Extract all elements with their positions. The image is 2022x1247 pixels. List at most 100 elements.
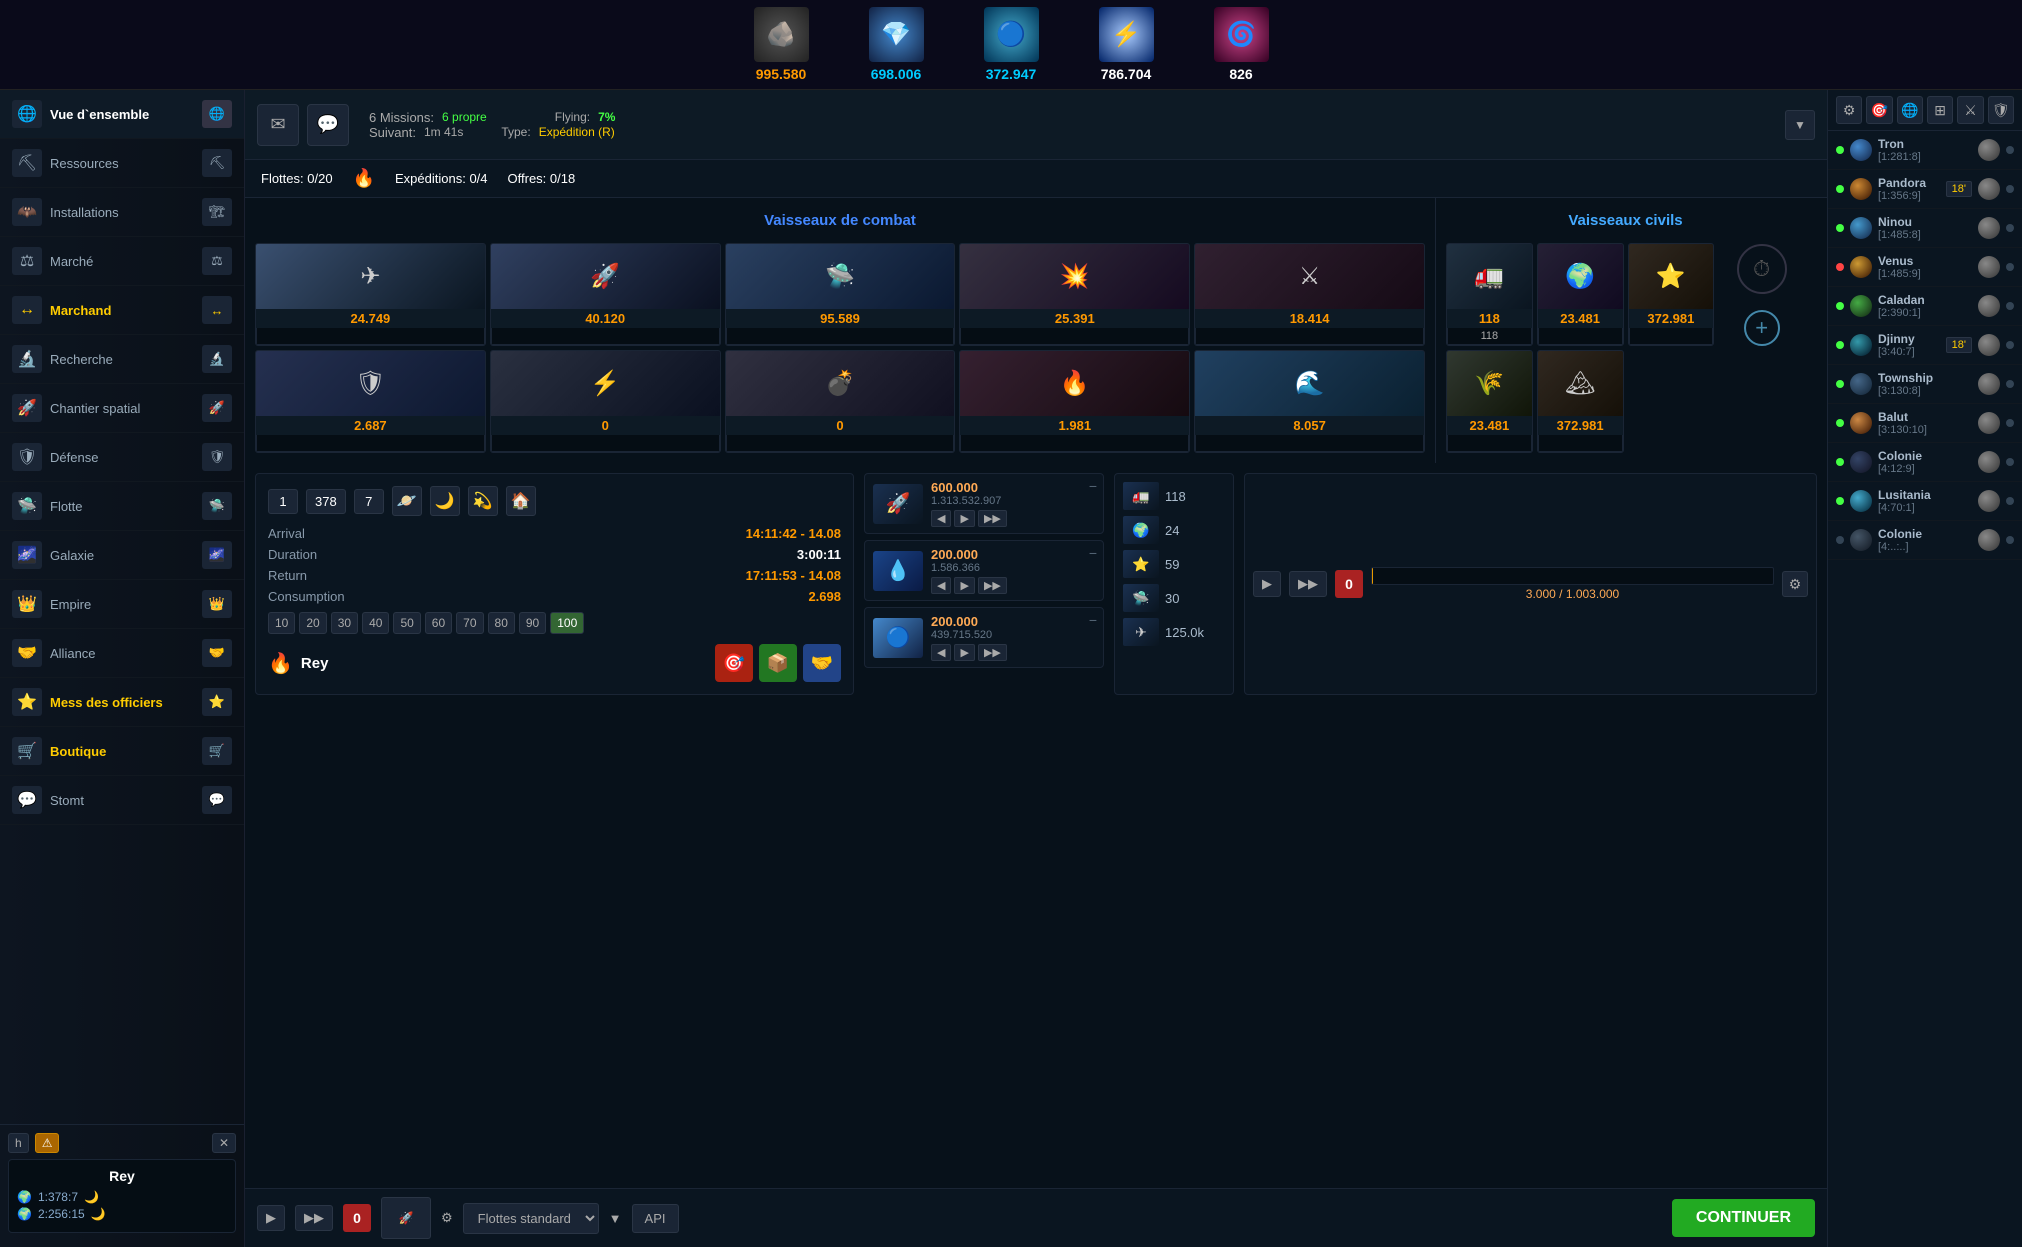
ship-input-4[interactable]	[1195, 328, 1424, 345]
ship-input-12[interactable]	[1195, 435, 1424, 452]
panel-globe-btn[interactable]: 🌐	[1897, 96, 1923, 124]
planet-lusitania[interactable]: Lusitania [4:70:1]	[1828, 482, 2022, 521]
planet-caladan[interactable]: Caladan [2:390:1]	[1828, 287, 2022, 326]
planet-township[interactable]: Township [3:130:8]	[1828, 365, 2022, 404]
alliance-send-btn[interactable]: 🤝	[803, 644, 841, 682]
cargo-minus-0[interactable]: −	[1089, 478, 1097, 494]
civil-input-4[interactable]	[1538, 435, 1623, 452]
fleet-select[interactable]: Flottes standard	[463, 1203, 599, 1234]
planet-balut[interactable]: Balut [3:130:10]	[1828, 404, 2022, 443]
ship-input-10[interactable]	[726, 435, 955, 452]
speed-20[interactable]: 20	[299, 612, 326, 634]
ship-card-2[interactable]: 🛸 95.589	[725, 243, 956, 346]
coord-galaxy[interactable]: 1	[268, 489, 298, 514]
sidebar-item-research[interactable]: 🔬 Recherche 🔬	[0, 335, 244, 384]
ship-card-1[interactable]: 🚀 40.120	[490, 243, 721, 346]
coord-system[interactable]: 378	[306, 489, 346, 514]
ship-input-3[interactable]	[960, 328, 1189, 345]
panel-shield-btn[interactable]: 🛡	[1988, 96, 2014, 124]
sidebar-item-fleet[interactable]: 🛸 Flotte 🛸	[0, 482, 244, 531]
planet-venus[interactable]: Venus [1:485:9]	[1828, 248, 2022, 287]
close-user-panel[interactable]: ✕	[212, 1133, 236, 1153]
civil-input-1[interactable]	[1538, 328, 1623, 345]
mail-button[interactable]: ✉	[257, 104, 299, 146]
target-attack-btn[interactable]: 🎯	[715, 644, 753, 682]
ship-input-8[interactable]	[256, 435, 485, 452]
sidebar-item-resources[interactable]: ⛏ Ressources ⛏	[0, 139, 244, 188]
cargo-fast-next-2[interactable]: ▶▶	[978, 644, 1007, 661]
speed-70[interactable]: 70	[456, 612, 483, 634]
cargo-fast-next-0[interactable]: ▶▶	[978, 510, 1007, 527]
sidebar-item-merchant[interactable]: ↔ Marchand ↔	[0, 286, 244, 335]
planet-colonie-2[interactable]: Colonie [4:..:..]	[1828, 521, 2022, 560]
ship-card-0[interactable]: ✈ 24.749	[255, 243, 486, 346]
planet-colonie[interactable]: Colonie [4:12:9]	[1828, 443, 2022, 482]
send-btn[interactable]: 📦	[759, 644, 797, 682]
civil-ship-2[interactable]: ⭐ 372.981	[1628, 243, 1715, 346]
ship-input-11[interactable]	[960, 435, 1189, 452]
ship-input-1[interactable]	[491, 328, 720, 345]
panel-sword-btn[interactable]: ⚔	[1957, 96, 1983, 124]
moon-type-btn[interactable]: 🌙	[430, 486, 460, 516]
ship-card-11[interactable]: 🔥 1.981	[959, 350, 1190, 453]
api-button[interactable]: API	[632, 1204, 679, 1233]
bottom-fast-nav-btn[interactable]: ▶▶	[295, 1205, 333, 1231]
sidebar-item-shop[interactable]: 🛒 Boutique 🛒	[0, 727, 244, 776]
speed-90[interactable]: 90	[519, 612, 546, 634]
civil-ship-3[interactable]: 🌾 23.481	[1446, 350, 1533, 453]
ship-card-3[interactable]: 💥 25.391	[959, 243, 1190, 346]
ship-card-12[interactable]: 🌊 8.057	[1194, 350, 1425, 453]
cargo-next-0[interactable]: ▶	[954, 510, 974, 527]
home-btn[interactable]: 🏠	[506, 486, 536, 516]
sidebar-item-installations[interactable]: 🦇 Installations 🏗	[0, 188, 244, 237]
speed-40[interactable]: 40	[362, 612, 389, 634]
sidebar-item-empire[interactable]: 👑 Empire 👑	[0, 580, 244, 629]
sidebar-item-officers[interactable]: ⭐ Mess des officiers ⭐	[0, 678, 244, 727]
debris-btn[interactable]: 💫	[468, 486, 498, 516]
sidebar-item-overview[interactable]: 🌐 Vue d`ensemble 🌐	[0, 90, 244, 139]
planet-pandora[interactable]: Pandora [1:356:9] 18'	[1828, 170, 2022, 209]
panel-target-btn[interactable]: 🎯	[1866, 96, 1892, 124]
coord-planet[interactable]: 7	[354, 489, 384, 514]
warning-button[interactable]: ⚠	[35, 1133, 60, 1153]
speed-10[interactable]: 10	[268, 612, 295, 634]
nav-prev-btn[interactable]: ▶	[1253, 571, 1281, 597]
sidebar-item-shipyard[interactable]: 🚀 Chantier spatial 🚀	[0, 384, 244, 433]
civil-input-0[interactable]	[1447, 328, 1532, 345]
sidebar-item-alliance[interactable]: 🤝 Alliance 🤝	[0, 629, 244, 678]
cargo-prev-0[interactable]: ◀	[931, 510, 951, 527]
civil-ship-4[interactable]: 🏔 372.981	[1537, 350, 1624, 453]
panel-gear-btn[interactable]: ⚙	[1836, 96, 1862, 124]
ship-card-9[interactable]: ⚡ 0	[490, 350, 721, 453]
mission-dropdown[interactable]: ▼	[1785, 110, 1815, 140]
cargo-prev-2[interactable]: ◀	[931, 644, 951, 661]
civil-input-2[interactable]	[1629, 328, 1714, 345]
cargo-minus-1[interactable]: −	[1089, 545, 1097, 561]
chat-button[interactable]: 💬	[307, 104, 349, 146]
sidebar-item-stomt[interactable]: 💬 Stomt 💬	[0, 776, 244, 825]
speed-50[interactable]: 50	[393, 612, 420, 634]
help-button[interactable]: h	[8, 1133, 29, 1153]
planet-djinny[interactable]: Djinny [3:40:7] 18'	[1828, 326, 2022, 365]
planet-ninou[interactable]: Ninou [1:485:8]	[1828, 209, 2022, 248]
ship-card-4[interactable]: ⚔ 18.414	[1194, 243, 1425, 346]
ship-card-10[interactable]: 💣 0	[725, 350, 956, 453]
panel-grid-btn[interactable]: ⊞	[1927, 96, 1953, 124]
speed-60[interactable]: 60	[425, 612, 452, 634]
sidebar-item-market[interactable]: ⚖ Marché ⚖	[0, 237, 244, 286]
planet-tron[interactable]: Tron [1:281:8]	[1828, 131, 2022, 170]
cargo-fast-next-1[interactable]: ▶▶	[978, 577, 1007, 594]
sidebar-item-defense[interactable]: 🛡 Défense 🛡	[0, 433, 244, 482]
ship-input-2[interactable]	[726, 328, 955, 345]
cargo-minus-2[interactable]: −	[1089, 612, 1097, 628]
civil-ship-1[interactable]: 🌍 23.481	[1537, 243, 1624, 346]
speed-30[interactable]: 30	[331, 612, 358, 634]
cargo-next-2[interactable]: ▶	[954, 644, 974, 661]
continue-button[interactable]: CONTINUER	[1672, 1199, 1815, 1237]
nav-fast-prev-btn[interactable]: ▶▶	[1289, 571, 1327, 597]
progress-gear-btn[interactable]: ⚙	[1782, 571, 1808, 597]
cargo-prev-1[interactable]: ◀	[931, 577, 951, 594]
ship-input-9[interactable]	[491, 435, 720, 452]
speed-80[interactable]: 80	[488, 612, 515, 634]
add-ship-button[interactable]: +	[1744, 310, 1780, 346]
